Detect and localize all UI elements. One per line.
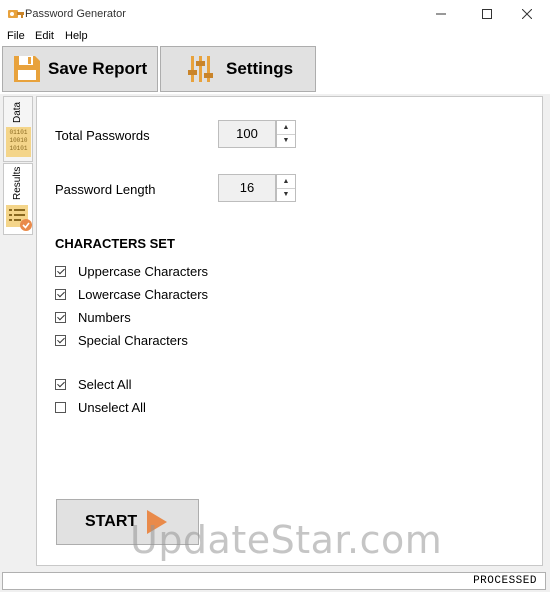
watermark-text: UpdateStar.com bbox=[130, 518, 443, 562]
menu-file[interactable]: File bbox=[7, 30, 25, 42]
numbers-checkbox[interactable] bbox=[55, 312, 66, 323]
minimize-button[interactable] bbox=[418, 0, 464, 28]
unselect-all-option[interactable]: Unselect All bbox=[55, 400, 146, 415]
total-passwords-up-button[interactable]: ▲ bbox=[277, 121, 295, 135]
characters-set-heading: CHARACTERS SET bbox=[55, 236, 175, 251]
password-length-down-button[interactable]: ▼ bbox=[277, 188, 295, 201]
tab-data-label: Data bbox=[12, 101, 23, 123]
select-all-checkbox[interactable] bbox=[55, 379, 66, 390]
lowercase-label: Lowercase Characters bbox=[78, 287, 209, 302]
total-passwords-label: Total Passwords bbox=[55, 128, 150, 143]
special-option[interactable]: Special Characters bbox=[55, 333, 188, 348]
caret-up-icon: ▲ bbox=[282, 124, 290, 131]
status-text: PROCESSED bbox=[473, 575, 537, 587]
unselect-all-checkbox[interactable] bbox=[55, 402, 66, 413]
numbers-label: Numbers bbox=[78, 310, 131, 325]
uppercase-checkbox[interactable] bbox=[55, 266, 66, 277]
menu-help[interactable]: Help bbox=[65, 30, 88, 42]
password-length-spinner: ▲ ▼ bbox=[276, 174, 296, 202]
save-disk-icon bbox=[14, 56, 40, 82]
save-report-label: Save Report bbox=[48, 59, 148, 78]
caret-up-icon: ▲ bbox=[282, 178, 290, 185]
binary-line: 10101 bbox=[9, 145, 28, 152]
menu-edit[interactable]: Edit bbox=[35, 30, 54, 42]
numbers-option[interactable]: Numbers bbox=[55, 310, 131, 325]
lowercase-checkbox[interactable] bbox=[55, 289, 66, 300]
select-all-option[interactable]: Select All bbox=[55, 377, 131, 392]
close-icon bbox=[522, 9, 532, 19]
select-all-label: Select All bbox=[78, 377, 132, 392]
total-passwords-down-button[interactable]: ▼ bbox=[277, 134, 295, 147]
tab-data[interactable]: Data 01101 10010 10101 bbox=[3, 96, 33, 162]
save-report-button[interactable]: Save Report bbox=[2, 46, 158, 92]
tab-results-label: Results bbox=[12, 166, 23, 200]
settings-label: Settings bbox=[226, 59, 294, 78]
maximize-icon bbox=[482, 9, 492, 19]
tab-results[interactable]: Results bbox=[3, 163, 33, 235]
caret-down-icon: ▼ bbox=[282, 191, 290, 198]
special-checkbox[interactable] bbox=[55, 335, 66, 346]
settings-sliders-icon bbox=[188, 56, 213, 82]
password-length-up-button[interactable]: ▲ bbox=[277, 175, 295, 189]
password-length-input[interactable]: 16 bbox=[218, 174, 276, 202]
binary-line: 01101 bbox=[9, 129, 28, 136]
special-label: Special Characters bbox=[78, 333, 188, 348]
window-title: Password Generator bbox=[25, 8, 126, 20]
results-panel bbox=[36, 96, 543, 566]
uppercase-label: Uppercase Characters bbox=[78, 264, 209, 279]
password-length-label: Password Length bbox=[55, 182, 156, 197]
results-checklist-icon bbox=[6, 205, 32, 231]
close-button[interactable] bbox=[504, 0, 550, 28]
uppercase-option[interactable]: Uppercase Characters bbox=[55, 264, 208, 279]
binary-line: 10010 bbox=[9, 137, 28, 144]
total-passwords-input[interactable]: 100 bbox=[218, 120, 276, 148]
minimize-icon bbox=[436, 13, 446, 15]
unselect-all-label: Unselect All bbox=[78, 400, 146, 415]
total-passwords-spinner: ▲ ▼ bbox=[276, 120, 296, 148]
app-key-icon bbox=[8, 7, 24, 21]
status-field: PROCESSED bbox=[2, 572, 546, 590]
lowercase-option[interactable]: Lowercase Characters bbox=[55, 287, 208, 302]
settings-button[interactable]: Settings bbox=[160, 46, 316, 92]
binary-data-icon: 01101 10010 10101 bbox=[6, 127, 31, 157]
caret-down-icon: ▼ bbox=[282, 137, 290, 144]
